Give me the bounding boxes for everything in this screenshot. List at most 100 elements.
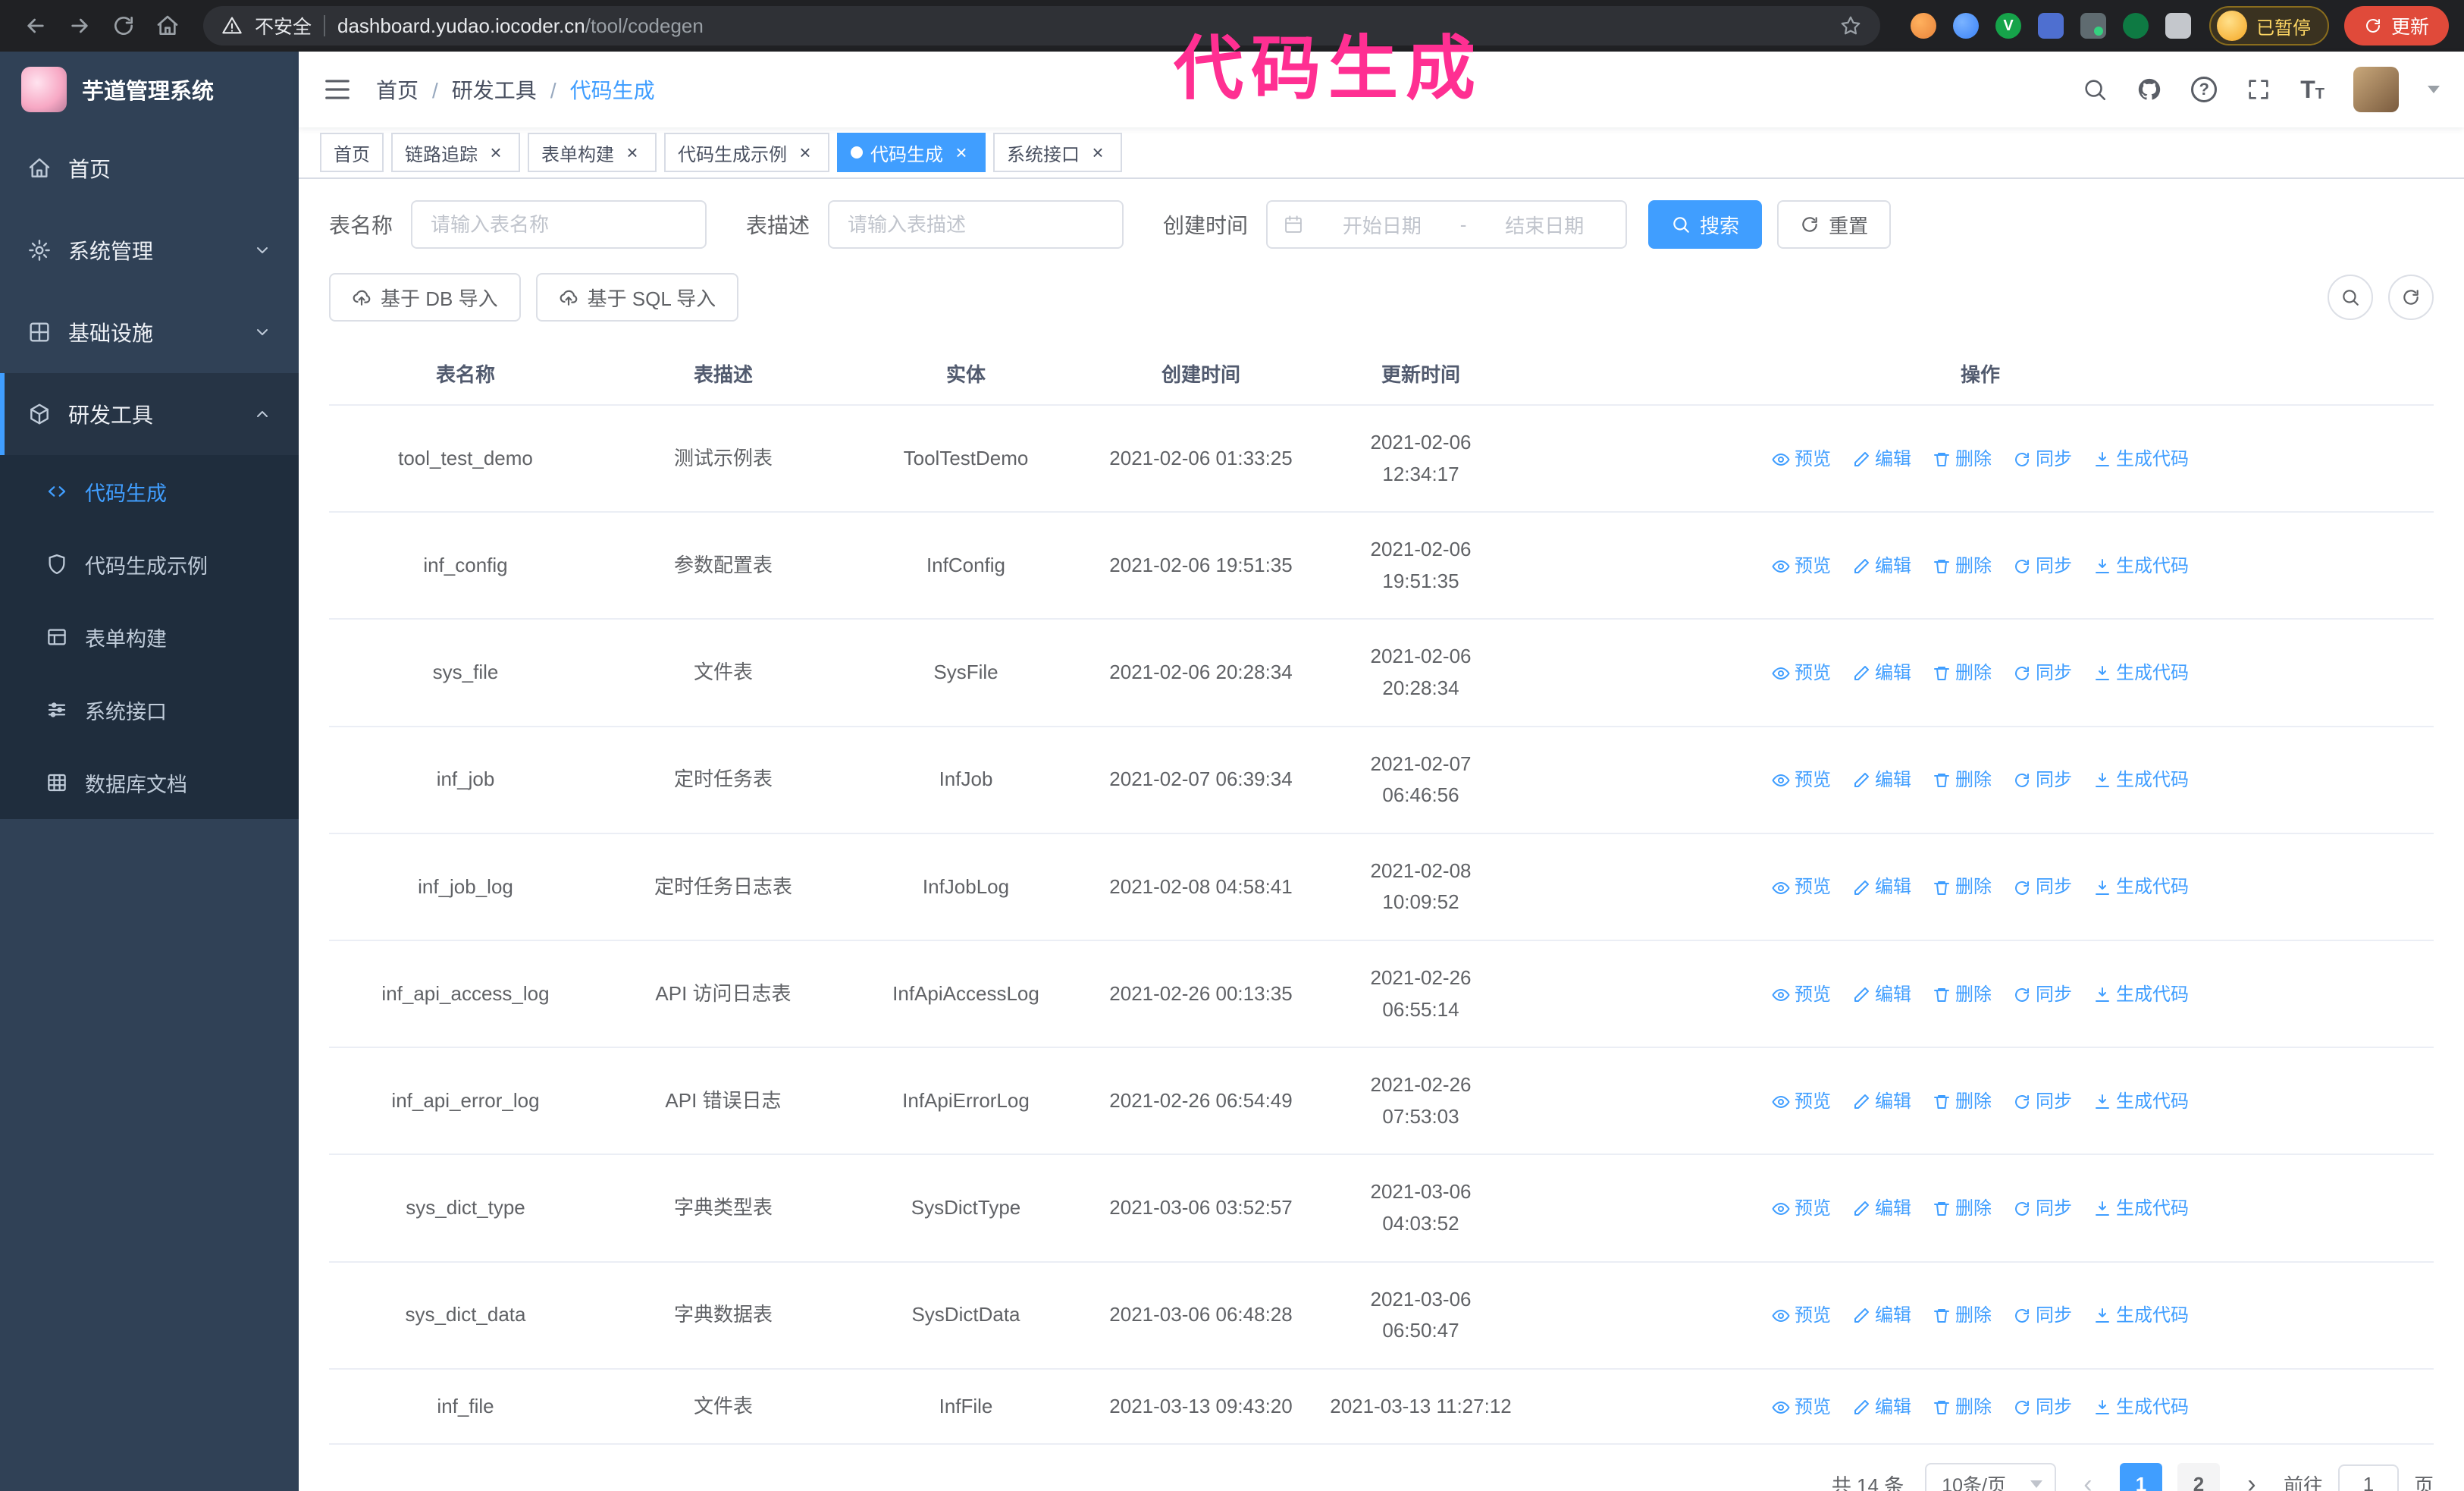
sidebar-item-db-doc[interactable]: 数据库文档 [0,746,299,819]
edit-link[interactable]: 编辑 [1852,1194,1911,1223]
extension-icon-users[interactable] [2037,13,2064,39]
fullscreen-icon[interactable] [2246,77,2271,102]
toggle-search-button[interactable] [2328,275,2373,320]
sidebar-item-system-mgmt[interactable]: 系统管理 [0,209,299,291]
generate-link[interactable]: 生成代码 [2093,873,2189,902]
search-button[interactable]: 搜索 [1648,200,1763,249]
goto-page-input[interactable] [2337,1464,2399,1491]
delete-link[interactable]: 删除 [1933,766,1992,795]
table-desc-input[interactable] [828,200,1124,249]
breadcrumb-home[interactable]: 首页 [376,74,419,105]
close-icon[interactable]: × [795,142,816,163]
sync-link[interactable]: 同步 [2013,1194,2072,1223]
generate-link[interactable]: 生成代码 [2093,1393,2189,1422]
browser-update-button[interactable]: 更新 [2343,6,2449,46]
search-icon[interactable] [2082,77,2108,102]
close-icon[interactable]: × [951,142,972,163]
tab-form-builder[interactable]: 表单构建 × [528,133,657,172]
edit-link[interactable]: 编辑 [1852,981,1911,1009]
preview-link[interactable]: 预览 [1772,659,1831,688]
generate-link[interactable]: 生成代码 [2093,659,2189,688]
edit-link[interactable]: 编辑 [1852,445,1911,474]
close-icon[interactable]: × [622,142,643,163]
back-icon[interactable] [15,5,56,46]
sidebar-item-home[interactable]: 首页 [0,127,299,209]
edit-link[interactable]: 编辑 [1852,766,1911,795]
sync-link[interactable]: 同步 [2013,873,2072,902]
breadcrumb-devtools[interactable]: 研发工具 [419,74,537,105]
sidebar-item-codegen-example[interactable]: 代码生成示例 [0,528,299,601]
refresh-table-button[interactable] [2388,275,2434,320]
delete-link[interactable]: 删除 [1933,445,1992,474]
extension-icon-leaf[interactable] [2122,13,2149,39]
address-bar[interactable]: 不安全 dashboard.yudao.iocoder.cn/tool/code… [203,6,1880,46]
table-name-input[interactable] [411,200,707,249]
delete-link[interactable]: 删除 [1933,659,1992,688]
preview-link[interactable]: 预览 [1772,445,1831,474]
close-icon[interactable]: × [1087,142,1108,163]
generate-link[interactable]: 生成代码 [2093,1088,2189,1116]
extension-icon-v[interactable] [1995,13,2021,39]
delete-link[interactable]: 删除 [1933,552,1992,581]
edit-link[interactable]: 编辑 [1852,1301,1911,1330]
tab-home[interactable]: 首页 [320,133,384,172]
generate-link[interactable]: 生成代码 [2093,766,2189,795]
extensions-puzzle-icon[interactable] [2165,13,2191,39]
github-icon[interactable] [2136,77,2162,102]
preview-link[interactable]: 预览 [1772,552,1831,581]
generate-link[interactable]: 生成代码 [2093,1194,2189,1223]
preview-link[interactable]: 预览 [1772,1194,1831,1223]
reset-button[interactable]: 重置 [1777,200,1892,249]
delete-link[interactable]: 删除 [1933,981,1992,1009]
delete-link[interactable]: 删除 [1933,1393,1992,1422]
sync-link[interactable]: 同步 [2013,1088,2072,1116]
tab-system-api[interactable]: 系统接口 × [993,133,1122,172]
extension-icon-card[interactable] [2080,13,2106,39]
sync-link[interactable]: 同步 [2013,1393,2072,1422]
next-page-button[interactable]: › [2235,1463,2268,1491]
generate-link[interactable]: 生成代码 [2093,981,2189,1009]
edit-link[interactable]: 编辑 [1852,873,1911,902]
sidebar-item-codegen[interactable]: 代码生成 [0,455,299,528]
edit-link[interactable]: 编辑 [1852,1393,1911,1422]
delete-link[interactable]: 删除 [1933,1088,1992,1116]
page-size-select[interactable]: 10条/页 [1925,1463,2056,1491]
forward-icon[interactable] [59,5,100,46]
import-db-button[interactable]: 基于 DB 导入 [329,273,521,322]
import-sql-button[interactable]: 基于 SQL 导入 [535,273,739,322]
hamburger-menu-icon[interactable] [323,75,352,104]
generate-link[interactable]: 生成代码 [2093,552,2189,581]
preview-link[interactable]: 预览 [1772,766,1831,795]
preview-link[interactable]: 预览 [1772,873,1831,902]
app-logo[interactable]: 芋道管理系统 [0,52,299,127]
generate-link[interactable]: 生成代码 [2093,1301,2189,1330]
page-1-button[interactable]: 1 [2119,1463,2162,1491]
sync-link[interactable]: 同步 [2013,445,2072,474]
sidebar-item-system-api[interactable]: 系统接口 [0,673,299,746]
delete-link[interactable]: 删除 [1933,873,1992,902]
sidebar-item-form-builder[interactable]: 表单构建 [0,601,299,673]
preview-link[interactable]: 预览 [1772,981,1831,1009]
delete-link[interactable]: 删除 [1933,1301,1992,1330]
sidebar-item-infrastructure[interactable]: 基础设施 [0,291,299,373]
edit-link[interactable]: 编辑 [1852,659,1911,688]
tab-trace[interactable]: 链路追踪 × [391,133,520,172]
create-time-range-picker[interactable]: 开始日期 - 结束日期 [1266,200,1628,249]
sync-link[interactable]: 同步 [2013,552,2072,581]
user-avatar[interactable] [2353,67,2399,112]
sidebar-item-devtools[interactable]: 研发工具 [0,373,299,455]
tab-codegen[interactable]: 代码生成 × [837,133,986,172]
delete-link[interactable]: 删除 [1933,1194,1992,1223]
font-size-icon[interactable]: TT [2300,77,2324,102]
sync-link[interactable]: 同步 [2013,981,2072,1009]
edit-link[interactable]: 编辑 [1852,1088,1911,1116]
prev-page-button[interactable]: ‹ [2071,1463,2105,1491]
reload-icon[interactable] [103,5,144,46]
sync-link[interactable]: 同步 [2013,659,2072,688]
preview-link[interactable]: 预览 [1772,1393,1831,1422]
avatar-caret-icon[interactable] [2428,86,2440,93]
edit-link[interactable]: 编辑 [1852,552,1911,581]
sync-link[interactable]: 同步 [2013,766,2072,795]
bookmark-star-icon[interactable] [1839,14,1862,37]
page-2-button[interactable]: 2 [2177,1463,2220,1491]
